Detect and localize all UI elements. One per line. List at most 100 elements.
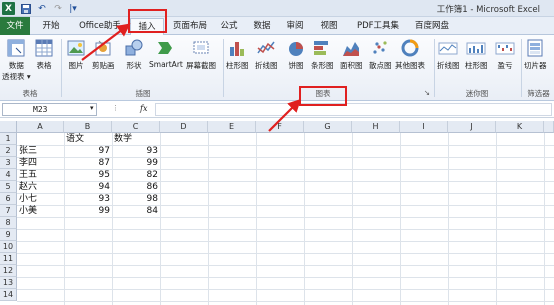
name-cell[interactable]: 王五 (19, 169, 37, 181)
chinese-score-cell[interactable]: 87 (64, 157, 112, 169)
window-title: 工作簿1 - Microsoft Excel (436, 5, 540, 15)
highlight-box-insert-tab (128, 9, 167, 33)
column-header[interactable]: C (112, 121, 160, 133)
other-charts-label: 其他图表 (395, 61, 425, 70)
column-header[interactable]: E (208, 121, 256, 133)
name-box[interactable]: M23 (2, 103, 97, 116)
charts-dialog-launcher-icon[interactable]: ↘ (421, 88, 433, 97)
tab-office-assistant[interactable]: Office助手 (72, 18, 128, 35)
name-cell[interactable]: 张三 (19, 145, 37, 157)
column-chart-label: 柱形图 (226, 61, 249, 70)
row-header[interactable]: 14 (0, 289, 17, 301)
save-icon[interactable] (20, 2, 32, 15)
math-score-cell[interactable]: 99 (112, 157, 160, 169)
row-header[interactable]: 3 (0, 157, 17, 169)
name-box-dropdown-icon[interactable]: ▾ (90, 104, 94, 112)
chinese-score-cell[interactable]: 94 (64, 181, 112, 193)
math-score-cell[interactable]: 86 (112, 181, 160, 193)
tab-formulas[interactable]: 公式 (216, 18, 242, 35)
tab-data[interactable]: 数据 (249, 18, 275, 35)
math-score-cell[interactable]: 93 (112, 145, 160, 157)
column-header[interactable]: J (448, 121, 496, 133)
customize-quick-access-icon[interactable]: |▾ (66, 2, 80, 15)
excel-logo-icon[interactable]: X (2, 2, 15, 15)
row-header[interactable]: 11 (0, 253, 17, 265)
screenshot-label: 屏幕截图 (186, 61, 216, 70)
row-header[interactable]: 12 (0, 265, 17, 277)
name-cell[interactable]: 小美 (19, 205, 37, 217)
chinese-score-cell[interactable]: 99 (64, 205, 112, 217)
formula-input[interactable] (155, 103, 552, 116)
screenshot-button[interactable]: 屏幕截图 (186, 38, 216, 71)
line-chart-button[interactable]: 折线图 (255, 38, 278, 71)
column-header[interactable]: H (352, 121, 400, 133)
name-cell[interactable]: 李四 (19, 157, 37, 169)
picture-button[interactable]: 图片 (66, 38, 86, 71)
sparkline-line-icon (438, 38, 458, 58)
formula-bar-divider-icon[interactable]: ⋮ (112, 104, 119, 112)
header-cell-chinese[interactable]: 语文 (66, 133, 84, 145)
table-button[interactable]: 表格 (34, 38, 54, 71)
chinese-score-cell[interactable]: 93 (64, 193, 112, 205)
row-header[interactable]: 13 (0, 277, 17, 289)
row-header[interactable]: 7 (0, 205, 17, 217)
smartart-button[interactable]: SmartArt (149, 38, 183, 69)
sparkline-column-button[interactable]: 柱形图 (465, 38, 488, 71)
redo-icon[interactable]: ↷ (52, 2, 64, 15)
select-all-corner[interactable] (0, 121, 17, 133)
header-cell-math[interactable]: 数学 (114, 133, 132, 145)
column-header[interactable]: F (256, 121, 304, 133)
clip-art-button[interactable]: 剪贴画 (92, 38, 115, 71)
pivot-table-button[interactable]: 数据 透视表 ▾ (2, 38, 31, 82)
other-charts-button[interactable]: 其他图表 (395, 38, 425, 71)
slicer-button[interactable]: 切片器 (524, 38, 547, 71)
tab-file[interactable]: 文件 (0, 17, 30, 35)
row-header[interactable]: 1 (0, 133, 17, 145)
tab-view[interactable]: 视图 (316, 18, 342, 35)
column-header[interactable]: D (160, 121, 208, 133)
tab-pdf-tools[interactable]: PDF工具集 (350, 18, 406, 35)
row-header[interactable]: 8 (0, 217, 17, 229)
area-chart-button[interactable]: 面积图 (340, 38, 363, 71)
sparkline-line-button[interactable]: 折线图 (437, 38, 460, 71)
name-cell[interactable]: 小七 (19, 193, 37, 205)
sparkline-winloss-button[interactable]: 盈亏 (495, 38, 515, 71)
scatter-chart-button[interactable]: 散点图 (369, 38, 392, 71)
column-header[interactable]: K (496, 121, 544, 133)
insert-function-icon[interactable]: fx (140, 104, 147, 113)
slicer-icon (525, 38, 545, 58)
row-header[interactable]: 9 (0, 229, 17, 241)
tab-home[interactable]: 开始 (34, 18, 68, 35)
row-header[interactable]: 2 (0, 145, 17, 157)
math-score-cell[interactable]: 98 (112, 193, 160, 205)
bar-chart-icon (312, 38, 332, 58)
column-header[interactable]: G (304, 121, 352, 133)
row-header[interactable]: 4 (0, 169, 17, 181)
pie-chart-button[interactable]: 饼图 (286, 38, 306, 71)
column-header[interactable]: I (400, 121, 448, 133)
group-separator (521, 39, 522, 97)
sparkline-winloss-label: 盈亏 (497, 61, 513, 70)
smartart-label: SmartArt (149, 60, 183, 69)
chinese-score-cell[interactable]: 97 (64, 145, 112, 157)
tab-page-layout[interactable]: 页面布局 (166, 18, 214, 35)
column-chart-button[interactable]: 柱形图 (226, 38, 249, 71)
math-score-cell[interactable]: 84 (112, 205, 160, 217)
undo-icon[interactable]: ↶ (36, 2, 48, 15)
pivot-table-label: 数据 (8, 61, 24, 70)
row-header[interactable]: 6 (0, 193, 17, 205)
column-header[interactable] (544, 121, 554, 133)
tab-review[interactable]: 审阅 (282, 18, 308, 35)
column-header[interactable]: A (17, 121, 64, 133)
bar-chart-label: 条形图 (311, 61, 334, 70)
chinese-score-cell[interactable]: 95 (64, 169, 112, 181)
name-cell[interactable]: 赵六 (19, 181, 37, 193)
column-header[interactable]: B (64, 121, 112, 133)
area-chart-label: 面积图 (340, 61, 363, 70)
tab-baidu-netdisk[interactable]: 百度网盘 (410, 18, 454, 35)
bar-chart-button[interactable]: 条形图 (311, 38, 334, 71)
shapes-button[interactable]: 形状 (124, 38, 144, 71)
row-header[interactable]: 5 (0, 181, 17, 193)
math-score-cell[interactable]: 82 (112, 169, 160, 181)
row-header[interactable]: 10 (0, 241, 17, 253)
